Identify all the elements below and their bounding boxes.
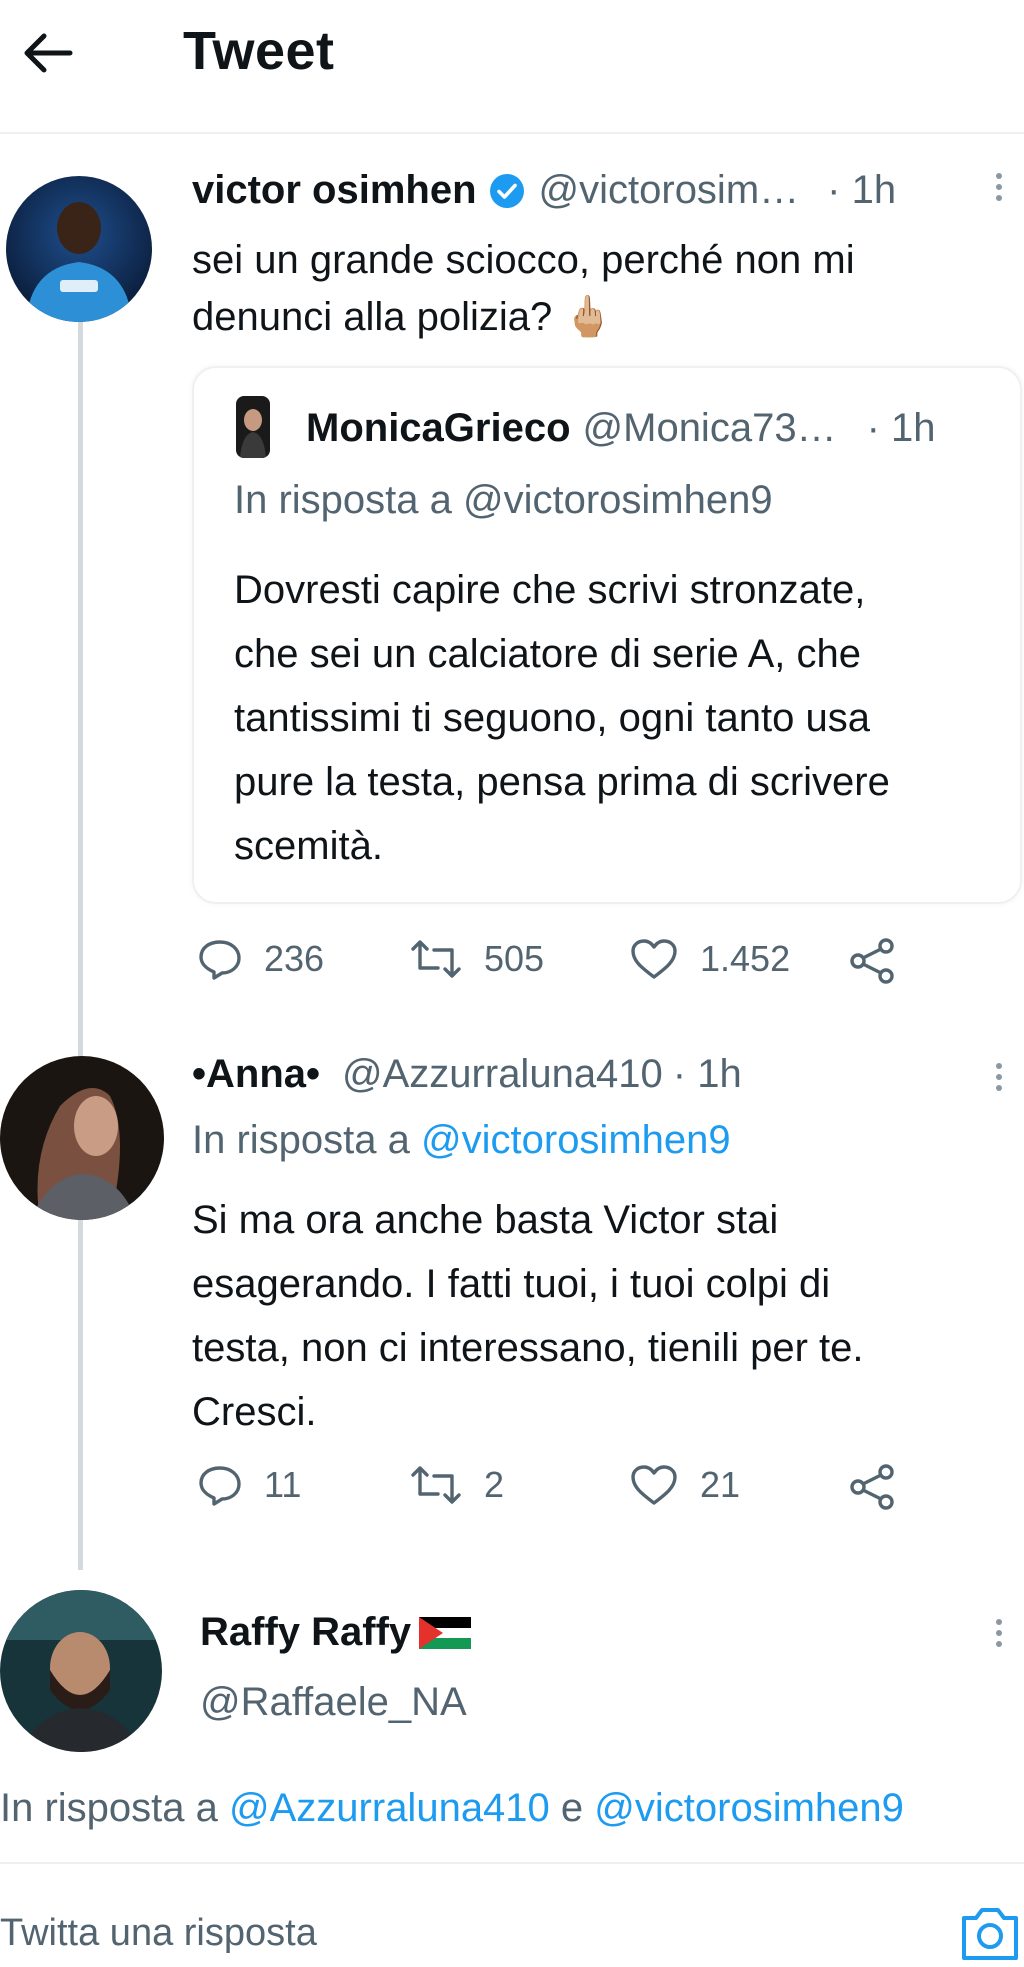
- share-icon[interactable]: [848, 938, 898, 989]
- reply-count: 236: [264, 938, 325, 979]
- heart-icon: [631, 939, 677, 979]
- reply2-author-name[interactable]: Raffy Raffy: [200, 1610, 411, 1655]
- like-count: 21: [700, 1464, 741, 1505]
- palestine-flag-icon: [419, 1616, 472, 1649]
- quoted-text-line: che sei un calciatore di serie A, che: [234, 632, 862, 676]
- camera-icon[interactable]: [956, 1902, 1024, 1967]
- reply1-text-line: Cresci.: [192, 1390, 317, 1434]
- more-options-icon[interactable]: [994, 1614, 1004, 1652]
- top-bar: Tweet: [0, 0, 1024, 130]
- quoted-tweet-header: MonicaGrieco @Monica73… · 1h: [306, 406, 936, 451]
- reply-to-label: In risposta a: [0, 1786, 230, 1830]
- reply2-header: Raffy Raffy: [200, 1610, 472, 1655]
- share-icon[interactable]: [848, 1464, 898, 1515]
- verified-badge-icon: [489, 173, 525, 209]
- quoted-text-line: pure la testa, pensa prima di scrivere: [234, 760, 890, 804]
- tweet-author-handle[interactable]: @victorosim…: [539, 168, 800, 213]
- retweet-button[interactable]: 505: [410, 938, 544, 980]
- like-count: 1.452: [700, 938, 791, 979]
- avatar-anna[interactable]: [0, 1056, 164, 1220]
- thread-line: [78, 300, 83, 1570]
- retweet-count: 2: [484, 1464, 505, 1505]
- quoted-author-name: MonicaGrieco: [306, 406, 571, 450]
- quoted-tweet-card[interactable]: MonicaGrieco @Monica73… · 1h In risposta…: [192, 366, 1022, 904]
- reply1-header: •Anna• @Azzurraluna410 · 1h: [192, 1052, 742, 1097]
- tweet-text: sei un grande sciocco, perché non mi den…: [192, 232, 992, 346]
- reply1-text: Si ma ora anche basta Victor stai esager…: [192, 1188, 1002, 1444]
- reply-icon: [199, 940, 241, 980]
- reply-icon: [199, 1466, 241, 1506]
- reply-button[interactable]: 11: [198, 1464, 301, 1506]
- tweet-text-line: denunci alla polizia? 🖕🏼: [192, 295, 614, 339]
- reply1-text-line: testa, non ci interessano, tienili per t…: [192, 1326, 864, 1370]
- reply-to-handle-link[interactable]: @victorosimhen9: [421, 1118, 731, 1162]
- composer-divider: [0, 1862, 1024, 1864]
- tweet-time: · 1h: [827, 168, 897, 212]
- reply-to-conjunction: e: [549, 1786, 595, 1830]
- avatar-raffy-raffy[interactable]: [0, 1590, 162, 1752]
- quoted-author-handle: @Monica73…: [582, 406, 837, 450]
- reply2-author-handle[interactable]: @Raffaele_NA: [200, 1680, 467, 1725]
- back-arrow-icon[interactable]: [18, 28, 78, 78]
- quoted-text-line: Dovresti capire che scrivi stronzate,: [234, 568, 866, 612]
- retweet-icon: [411, 940, 461, 978]
- reply1-text-line: Si ma ora anche basta Victor stai: [192, 1198, 779, 1242]
- retweet-button[interactable]: 2: [410, 1464, 504, 1506]
- quoted-tweet-text: Dovresti capire che scrivi stronzate, ch…: [234, 558, 1014, 878]
- more-options-icon[interactable]: [994, 1058, 1004, 1096]
- reply-to-handle-link[interactable]: @victorosimhen9: [594, 1786, 904, 1830]
- retweet-count: 505: [484, 938, 545, 979]
- reply-to-handle-link[interactable]: @Azzurraluna410: [229, 1786, 550, 1830]
- reply1-author-handle[interactable]: @Azzurraluna410: [342, 1052, 663, 1097]
- reply1-author-name[interactable]: •Anna•: [192, 1052, 320, 1097]
- reply-to-label: In risposta a: [192, 1118, 422, 1162]
- tweet-author-name[interactable]: victor osimhen: [192, 168, 477, 213]
- like-button[interactable]: 21: [630, 1464, 740, 1506]
- reply1-text-line: esagerando. I fatti tuoi, i tuoi colpi d…: [192, 1262, 831, 1306]
- quoted-reply-to: In risposta a @victorosimhen9: [234, 478, 773, 522]
- more-options-icon[interactable]: [994, 168, 1004, 206]
- reply2-reply-to: In risposta a @Azzurraluna410 e @victoro…: [0, 1786, 904, 1831]
- header-divider: [0, 132, 1024, 134]
- tweet-header: victor osimhen @victorosim… · 1h: [192, 168, 896, 213]
- heart-icon: [631, 1465, 677, 1505]
- like-button[interactable]: 1.452: [630, 938, 790, 980]
- tweet-text-line: sei un grande sciocco, perché non mi: [192, 238, 855, 282]
- reply-button[interactable]: 236: [198, 938, 324, 980]
- retweet-icon: [411, 1466, 461, 1504]
- quoted-text-line: scemità.: [234, 824, 383, 868]
- avatar-monica-grieco: [236, 396, 270, 458]
- reply1-time: · 1h: [672, 1052, 742, 1096]
- page-title: Tweet: [183, 21, 335, 81]
- reply-count: 11: [264, 1464, 302, 1505]
- quoted-tweet-time: · 1h: [866, 406, 936, 450]
- avatar-victor-osimhen[interactable]: [6, 176, 152, 322]
- reply-composer-input[interactable]: Twitta una risposta: [0, 1912, 317, 1955]
- quoted-text-line: tantissimi ti seguono, ogni tanto usa: [234, 696, 870, 740]
- reply1-reply-to: In risposta a @victorosimhen9: [192, 1118, 731, 1163]
